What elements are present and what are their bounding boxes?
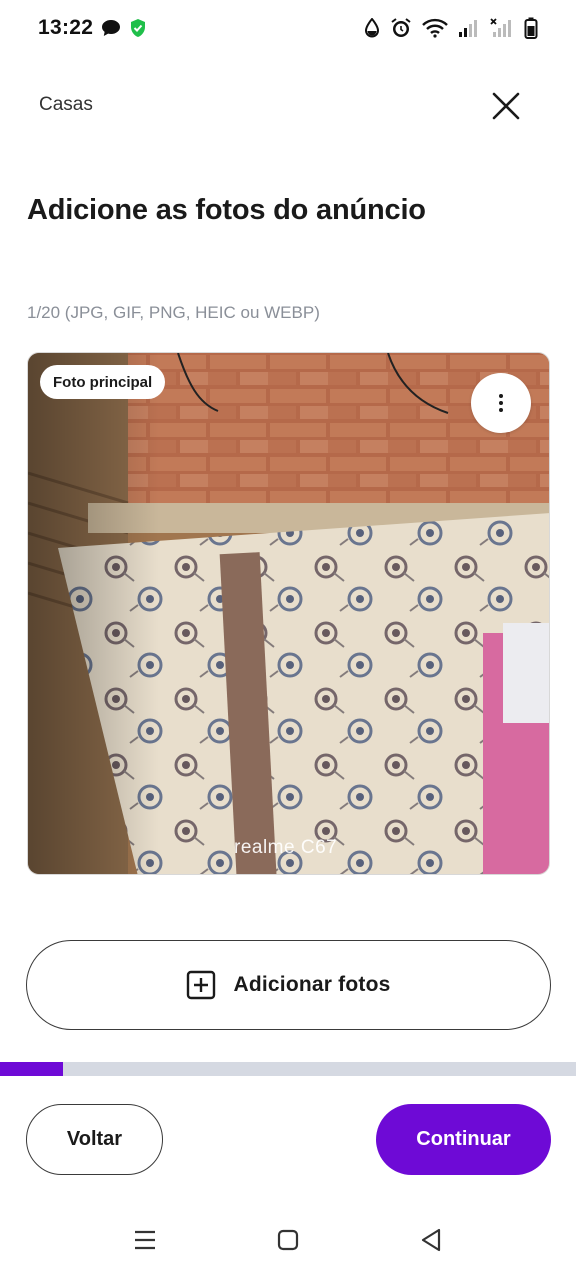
photo-image [28,353,549,874]
home-square-icon [277,1229,299,1251]
shield-check-icon [129,18,147,38]
signal-no-service-icon [490,18,514,38]
system-back-button[interactable] [415,1224,447,1256]
back-button[interactable]: Voltar [26,1104,163,1175]
menu-icon [135,1230,155,1250]
main-photo-badge: Foto principal [40,365,166,399]
more-vertical-icon [499,394,503,412]
camera-watermark: realme C67 [234,837,338,858]
chat-bubble-icon [101,19,121,37]
signal-icon [458,18,480,38]
close-icon [492,92,520,120]
alarm-icon [390,17,412,39]
continue-button[interactable]: Continuar [376,1104,551,1175]
water-drop-icon [364,18,380,38]
close-button[interactable] [484,84,528,128]
status-bar: 13:22 [0,0,576,56]
status-right-icons [364,17,538,39]
add-photos-label: Adicionar fotos [233,973,391,996]
back-triangle-icon [421,1228,441,1252]
photo-count-hint: 1/20 (JPG, GIF, PNG, HEIC ou WEBP) [27,303,320,322]
main-photo-thumbnail[interactable]: Foto principal realme C67 [27,352,550,875]
status-time: 13:22 [38,16,94,39]
step-progress-bar [0,1062,576,1076]
battery-icon [524,17,538,39]
home-button[interactable] [272,1224,304,1256]
status-left-icons [101,18,147,38]
photo-options-button[interactable] [471,373,531,433]
plus-square-icon [187,970,216,1000]
breadcrumb-category: Casas [39,94,93,115]
wifi-icon [422,18,448,38]
add-photos-button[interactable]: Adicionar fotos [26,940,551,1030]
recent-apps-button[interactable] [129,1224,161,1256]
system-navigation-bar [0,1200,576,1280]
step-progress-fill [0,1062,64,1076]
header: Casas [0,78,576,134]
page-title: Adicione as fotos do anúncio [27,194,426,226]
